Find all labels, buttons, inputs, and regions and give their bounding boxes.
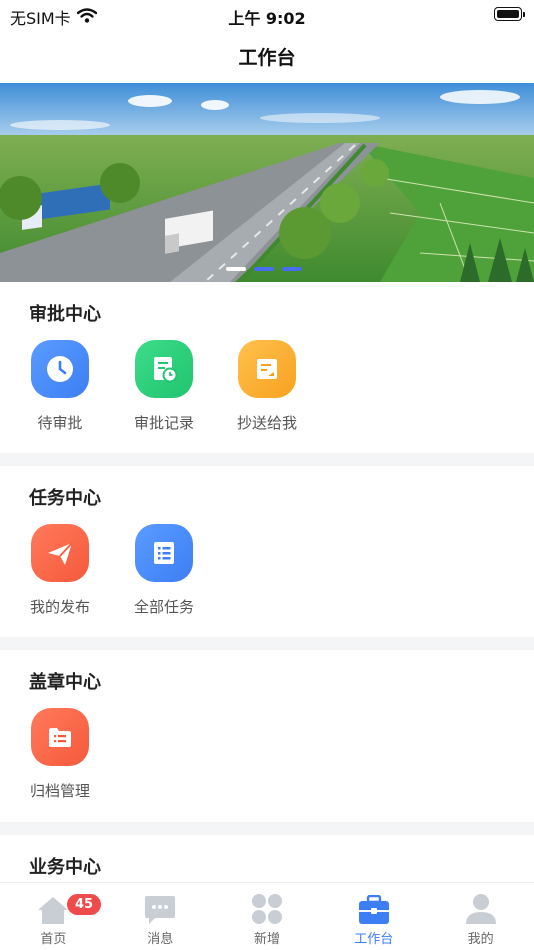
business-center-section: 业务中心 [0,835,534,882]
cc-send-icon [238,340,296,398]
status-time: 上午 9:02 [228,9,306,28]
banner-image [0,83,534,282]
tab-label: 我的 [467,932,494,947]
carousel-dot[interactable] [254,267,274,271]
tab-messages[interactable]: 消息 [107,883,214,950]
status-bar: 无SIM卡 上午 9:02 [0,0,534,30]
tab-label: 新增 [253,932,280,947]
tab-profile[interactable]: 我的 [427,883,534,950]
document-clock-icon [135,340,193,398]
page-title: 工作台 [238,47,296,69]
clock-icon [31,340,89,398]
item-label: 审批记录 [133,414,194,432]
bottom-tab-bar: 首页 45 消息 新增 工作台 我的 [0,882,534,950]
banner-carousel[interactable] [0,83,534,282]
pending-approval-button[interactable]: 待审批 [8,340,112,433]
tab-label: 首页 [40,932,67,947]
tab-label: 工作台 [354,932,394,947]
unread-badge: 45 [67,894,102,915]
battery-icon [494,7,525,21]
item-label: 待审批 [37,414,83,432]
paper-plane-icon [31,524,89,582]
section-title: 任务中心 [29,488,101,509]
item-label: 归档管理 [29,782,90,800]
task-center-section: 任务中心 我的发布 全部任务 [0,466,534,637]
item-label: 我的发布 [29,598,90,616]
cc-to-me-button[interactable]: 抄送给我 [215,340,319,433]
nav-bar: 工作台 [0,30,534,83]
message-icon [107,891,214,925]
user-icon [427,891,534,925]
list-icon [135,524,193,582]
item-label: 全部任务 [133,598,194,616]
section-title: 盖章中心 [29,672,101,693]
tab-label: 消息 [147,932,174,947]
item-label: 抄送给我 [236,414,297,432]
briefcase-icon [320,891,427,925]
seal-center-section: 盖章中心 归档管理 [0,650,534,822]
tab-workbench[interactable]: 工作台 [320,883,427,950]
folder-icon [31,708,89,766]
section-title: 审批中心 [29,304,101,325]
archive-management-button[interactable]: 归档管理 [8,708,112,801]
approval-center-section: 审批中心 待审批 审批记录 抄送给我 [0,282,534,453]
my-posts-button[interactable]: 我的发布 [8,524,112,617]
section-title: 业务中心 [29,857,101,878]
carousel-dot[interactable] [226,267,246,271]
all-tasks-button[interactable]: 全部任务 [112,524,216,617]
carousel-indicator [226,267,302,271]
approval-records-button[interactable]: 审批记录 [112,340,216,433]
tab-home[interactable]: 首页 45 [0,883,107,950]
tab-add[interactable]: 新增 [214,883,321,950]
grid-add-icon [214,891,321,925]
carousel-dot[interactable] [282,267,302,271]
